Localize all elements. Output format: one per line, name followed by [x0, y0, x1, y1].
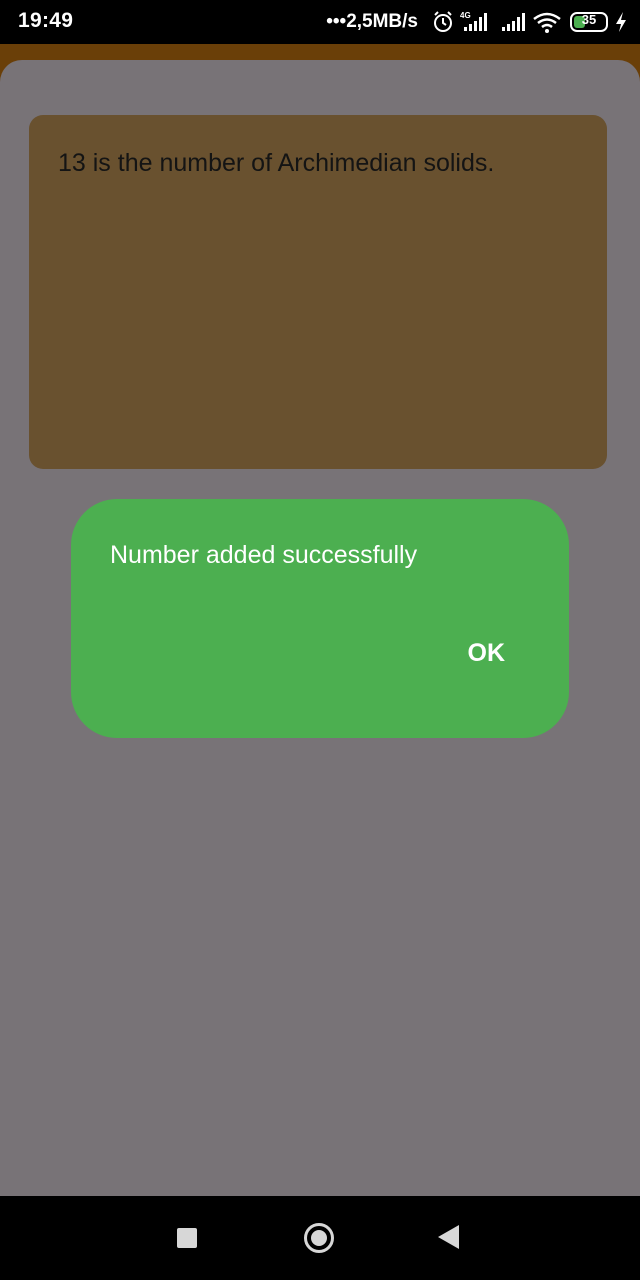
dialog-message: Number added successfully: [110, 541, 418, 569]
charging-bolt-icon: [614, 10, 628, 34]
svg-text:4G: 4G: [460, 11, 471, 20]
wifi-icon: [532, 10, 562, 34]
ok-button[interactable]: OK: [468, 639, 506, 668]
screen: 19:49 •••2,5MB/s 4G 35 13 is the number …: [0, 0, 640, 1280]
status-time: 19:49: [18, 9, 74, 32]
circle-home-icon[interactable]: [304, 1223, 334, 1253]
success-dialog: Number added successfully OK: [71, 499, 569, 738]
alarm-clock-icon: [432, 10, 454, 34]
home-inner-dot: [311, 1230, 327, 1246]
fact-card: 13 is the number of Archimedian solids.: [29, 115, 607, 469]
navigation-bar: [0, 1196, 640, 1280]
square-recents-icon[interactable]: [177, 1228, 197, 1248]
triangle-back-icon[interactable]: [438, 1225, 459, 1249]
battery-icon: 35: [570, 12, 608, 32]
network-speed: •••2,5MB/s: [326, 11, 418, 32]
cell-signal-4g-icon: 4G: [460, 10, 494, 34]
cell-signal-icon: [500, 10, 526, 34]
battery-level: 35: [581, 12, 597, 27]
status-icons: •••2,5MB/s 4G 35: [326, 8, 628, 36]
fact-text: 13 is the number of Archimedian solids.: [58, 149, 495, 177]
status-bar: 19:49 •••2,5MB/s 4G 35: [0, 0, 640, 44]
